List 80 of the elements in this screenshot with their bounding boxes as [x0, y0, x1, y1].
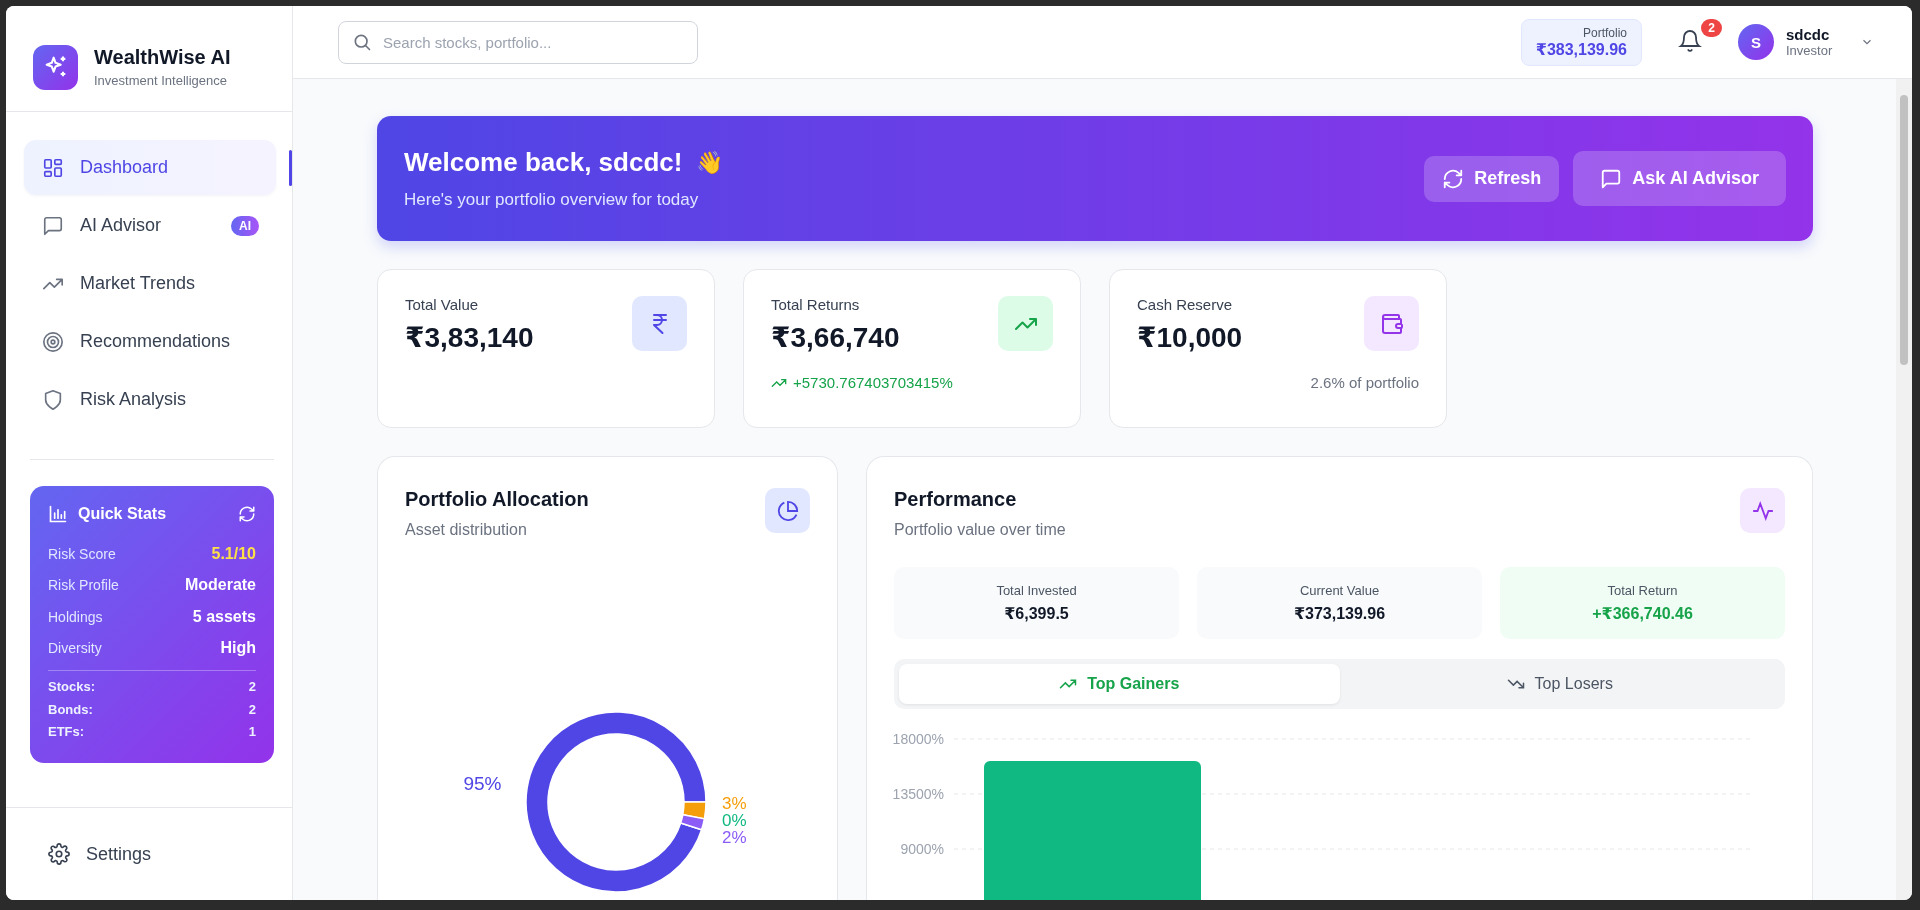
avatar: S	[1738, 24, 1774, 60]
count-label: ETFs:	[48, 724, 85, 741]
chat-icon	[1600, 167, 1623, 190]
count-label: Bonds:	[48, 701, 93, 719]
stat-label: Risk Profile	[48, 577, 119, 594]
quick-stats-title: Quick Stats	[78, 505, 168, 523]
search-field[interactable]: Search stocks, portfolio...	[338, 20, 698, 64]
notification-count: 2	[1701, 18, 1722, 37]
panel-title: Portfolio Allocation	[405, 488, 589, 511]
slice-label: 3%	[722, 794, 747, 813]
panel-subtitle: Asset distribution	[405, 521, 528, 539]
nav-item[interactable]: AI Advisor AI	[24, 198, 277, 253]
stat-value: Moderate	[184, 576, 256, 595]
card-label: Total Returns	[771, 296, 861, 313]
refresh-button[interactable]: Refresh	[1424, 155, 1560, 202]
nav-icon	[42, 330, 64, 353]
app-tagline: Investment Intelligence	[94, 73, 228, 88]
summary-value: +₹366,740.46	[1592, 604, 1693, 623]
slice-label: 0%	[722, 811, 747, 830]
card-value: ₹3,66,740	[771, 321, 900, 354]
refresh-icon[interactable]	[238, 505, 256, 523]
ai-badge: AI	[231, 215, 259, 236]
user-name: sdcdc	[1786, 26, 1831, 43]
settings-icon	[48, 843, 70, 865]
nav-item[interactable]: Market Trends	[24, 256, 277, 311]
panel-subtitle: Portfolio value over time	[894, 521, 1066, 539]
nav-icon	[42, 214, 64, 237]
refresh-icon	[1442, 167, 1465, 190]
trend-up-icon	[998, 296, 1053, 351]
card-note: 2.6% of portfolio	[1309, 374, 1419, 391]
chip-value: ₹383,139.96	[1535, 39, 1627, 59]
user-menu[interactable]: S sdcdc Investor	[1738, 24, 1874, 60]
stat-label: Holdings	[48, 608, 103, 625]
bell-icon	[1678, 28, 1702, 53]
tab[interactable]: Top Losers	[1339, 664, 1780, 704]
stat-value: High	[220, 639, 256, 658]
welcome-title: Welcome back, sdcdc!	[404, 147, 683, 178]
stat-label: Risk Score	[48, 545, 116, 562]
logo-icon	[33, 44, 78, 90]
stat-value: 5.1/10	[211, 544, 256, 563]
count-value: 1	[248, 724, 256, 741]
card-label: Total Value	[405, 296, 480, 313]
nav-icon	[42, 156, 64, 179]
axis-label: 9000%	[900, 841, 944, 857]
slice-label: 2%	[722, 828, 747, 847]
wave-emoji: 👋	[696, 149, 724, 176]
wallet-icon	[1364, 296, 1419, 351]
welcome-subtitle: Here's your portfolio overview for today	[404, 190, 700, 210]
count-value: 2	[248, 701, 256, 719]
axis-label: 13500%	[892, 786, 944, 802]
nav-item[interactable]: Dashboard	[24, 140, 276, 195]
bar-chart-icon	[48, 504, 68, 524]
axis-label: 18000%	[892, 731, 944, 747]
summary-label: Current Value	[1299, 583, 1380, 598]
card-value: ₹3,83,140	[405, 321, 534, 354]
count-value: 2	[248, 679, 256, 696]
card-label: Cash Reserve	[1137, 296, 1234, 313]
nav-icon	[42, 388, 64, 411]
stat-label: Diversity	[48, 640, 102, 657]
settings-link[interactable]: Settings	[6, 808, 292, 900]
user-role: Investor	[1786, 43, 1834, 58]
scrollbar[interactable]	[1896, 79, 1912, 900]
card-value: ₹10,000	[1137, 321, 1243, 354]
nav-item[interactable]: Recommendations	[24, 314, 277, 369]
nav-item[interactable]: Risk Analysis	[24, 372, 277, 427]
chip-label: Portfolio	[1582, 25, 1627, 40]
summary-label: Total Invested	[996, 583, 1077, 598]
returns-change: +5730.767403703415%	[793, 374, 953, 391]
slice-label: 95%	[463, 772, 502, 794]
summary-label: Total Return	[1607, 583, 1678, 598]
panel-title: Performance	[894, 488, 1018, 511]
rupee-icon	[632, 296, 687, 351]
pulse-icon	[1740, 488, 1785, 533]
stat-value: 5 assets	[192, 607, 256, 626]
pie-chart-icon	[765, 488, 810, 533]
summary-value: ₹6,399.5	[1004, 604, 1069, 623]
summary-value: ₹373,139.96	[1293, 604, 1386, 623]
count-label: Stocks:	[48, 679, 95, 696]
app-name: WealthWise AI	[94, 46, 231, 69]
ask-advisor-button[interactable]: Ask AI Advisor	[1573, 151, 1786, 206]
